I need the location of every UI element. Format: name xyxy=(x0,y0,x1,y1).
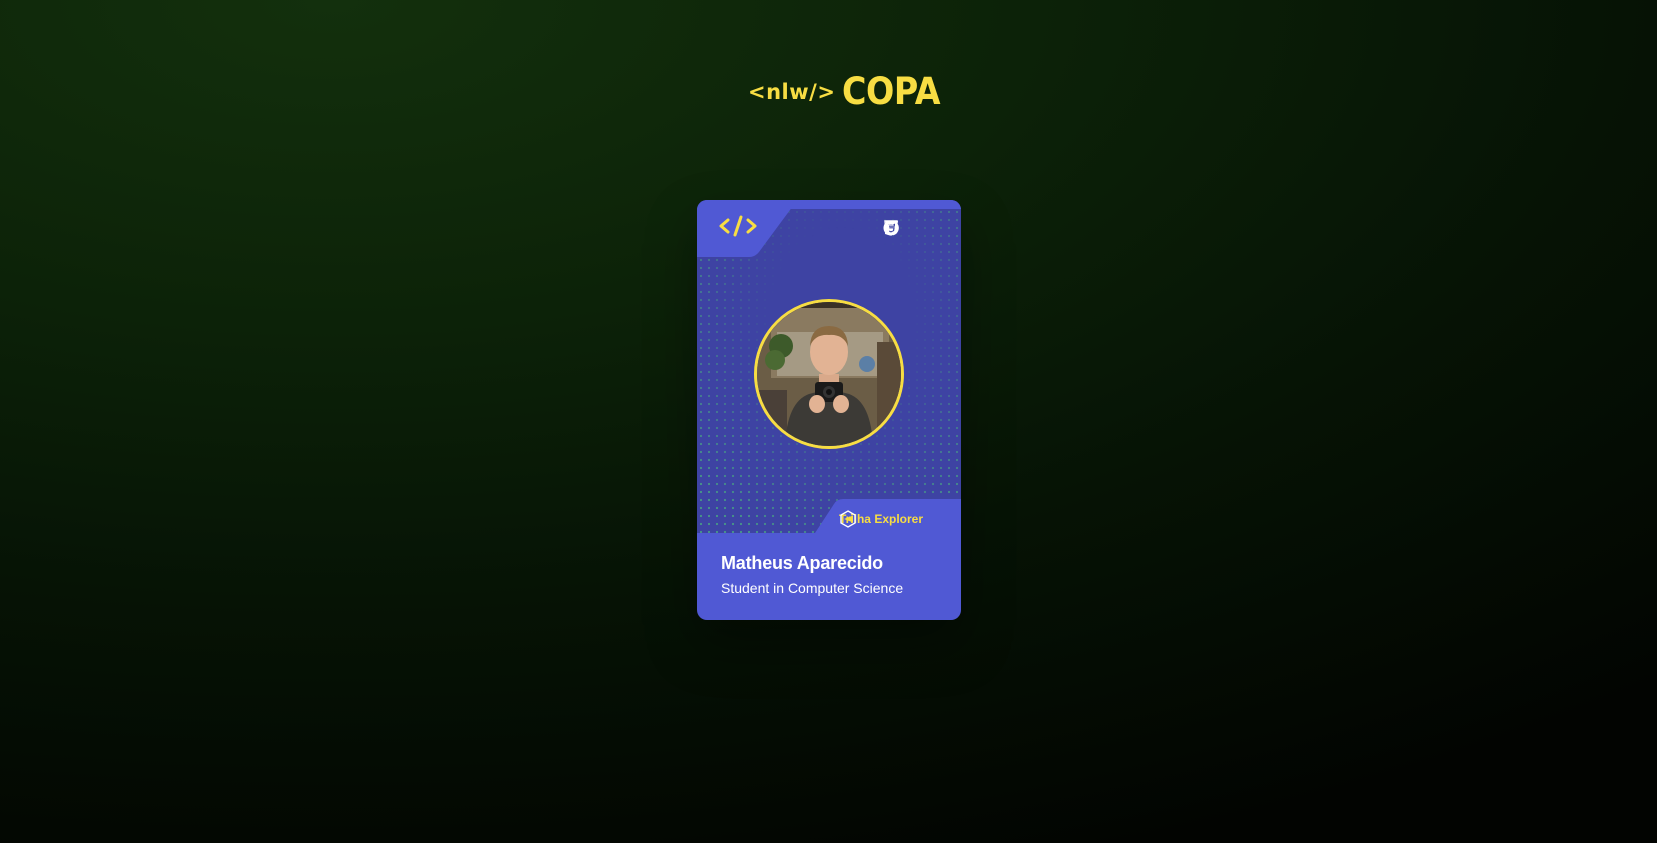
css3-icon xyxy=(885,220,923,236)
card-info: Matheus Aparecido Student in Computer Sc… xyxy=(721,553,903,596)
profile-card: Trilha Explorer Matheus Aparecido Studen… xyxy=(697,200,961,620)
profile-role: Student in Computer Science xyxy=(721,579,904,596)
github-icon xyxy=(883,220,947,236)
card-header-panel: Trilha Explorer xyxy=(697,200,961,533)
code-brackets-icon xyxy=(719,214,757,238)
profile-name: Matheus Aparecido xyxy=(721,553,883,573)
tech-stack-icons xyxy=(883,220,947,236)
logo-copa-text: COPA xyxy=(842,70,941,113)
track-badge: Trilha Explorer xyxy=(839,510,947,528)
explorer-hexagon-icon xyxy=(840,510,947,528)
avatar xyxy=(754,299,904,449)
nlw-copa-logo: <nlw/> COPA xyxy=(748,70,951,110)
logo-nlw-text: <nlw/> xyxy=(748,80,836,104)
profile-photo xyxy=(757,302,901,446)
